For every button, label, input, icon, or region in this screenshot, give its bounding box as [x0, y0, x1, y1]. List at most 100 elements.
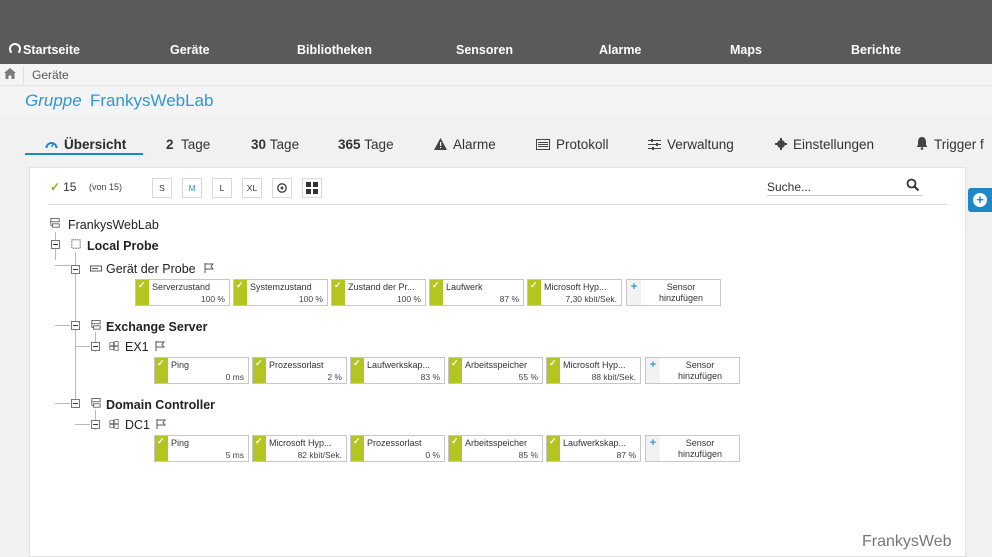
add-sensor-button[interactable]: + Sensor hinzufügen [645, 435, 740, 462]
tab-30-days[interactable]: 30 Tage [251, 137, 299, 152]
size-s-button[interactable]: S [152, 178, 172, 198]
sensor-value: 88 kbit/Sek. [591, 372, 636, 382]
sensor-status-ok: ✓ [155, 358, 168, 383]
home-icon[interactable] [4, 68, 16, 79]
breadcrumb-devices[interactable]: Geräte [32, 68, 69, 82]
sensor-value: 55 % [518, 372, 538, 382]
flag-icon[interactable] [156, 419, 167, 429]
tab-triggers-label: Trigger f [934, 137, 984, 152]
tab-settings-label: Einstellungen [793, 137, 875, 152]
sensor-status-ok: ✓ [528, 280, 541, 305]
nav-maps[interactable]: Maps [730, 43, 762, 57]
grid-view-button[interactable] [302, 178, 322, 198]
tree-root[interactable]: FrankysWebLab [68, 218, 159, 232]
sensor-value: 100 % [298, 294, 323, 304]
prtg-logo-icon [9, 43, 21, 55]
sensor-tile[interactable]: ✓ Laufwerkskap... 83 % [350, 357, 445, 384]
tab-management[interactable]: Verwaltung [648, 137, 734, 152]
tree-line [55, 265, 70, 266]
tab-alarms[interactable]: Alarme [434, 137, 496, 152]
total-count: (von 15) [89, 182, 123, 192]
bell-icon [916, 137, 928, 150]
nav-devices[interactable]: Geräte [170, 43, 210, 57]
flag-icon[interactable] [204, 263, 215, 273]
sensor-tile[interactable]: ✓ Laufwerk 87 % [429, 279, 524, 306]
tab-management-label: Verwaltung [667, 137, 734, 152]
sensor-status-ok: ✓ [332, 280, 345, 305]
tree-dc1[interactable]: DC1 [125, 418, 150, 432]
sensor-value: 87 % [499, 294, 519, 304]
sensor-tile[interactable]: ✓ Arbeitsspeicher 85 % [448, 435, 543, 462]
tab-settings[interactable]: Einstellungen [775, 137, 874, 152]
check-icon: ✓ [236, 280, 244, 290]
sensor-status-ok: ✓ [136, 280, 149, 305]
tree-dc-group[interactable]: Domain Controller [106, 398, 215, 412]
size-m-button[interactable]: M [182, 178, 202, 198]
sensor-name: Prozessorlast [269, 360, 324, 370]
tree-probe-device[interactable]: Gerät der Probe [106, 262, 196, 276]
sensor-tile[interactable]: ✓ Zustand der Pr... 100 % [331, 279, 426, 306]
plus-icon: + [646, 436, 660, 461]
plus-icon: + [627, 280, 641, 305]
collapse-toggle[interactable] [91, 420, 100, 429]
sensor-tile[interactable]: ✓ Ping 5 ms [154, 435, 249, 462]
flag-icon[interactable] [155, 341, 166, 351]
sensor-value: 7,30 kbit/Sek. [565, 294, 617, 304]
tab-2-days-num: 2 [166, 137, 174, 152]
tab-triggers[interactable]: Trigger f [916, 137, 992, 152]
sensor-tile[interactable]: ✓ Ping 0 ms [154, 357, 249, 384]
sensor-name: Systemzustand [250, 282, 312, 292]
probe-icon [71, 239, 81, 249]
check-icon: ✓ [549, 358, 557, 368]
sensor-status-ok: ✓ [547, 358, 560, 383]
sensor-tile[interactable]: ✓ Laufwerkskap... 87 % [546, 435, 641, 462]
tree-probe[interactable]: Local Probe [87, 239, 159, 253]
nav-libraries[interactable]: Bibliotheken [297, 43, 372, 57]
check-icon: ✓ [255, 436, 263, 446]
tab-overview-label: Übersicht [64, 137, 127, 152]
collapse-toggle[interactable] [71, 399, 80, 408]
sensor-status-ok: ✓ [430, 280, 443, 305]
search-input[interactable] [767, 178, 922, 196]
collapse-toggle[interactable] [71, 321, 80, 330]
sensor-status-ok: ✓ [351, 358, 364, 383]
sensor-tile[interactable]: ✓ Arbeitsspeicher 55 % [448, 357, 543, 384]
add-sensor-button[interactable]: + Sensor hinzufügen [645, 357, 740, 384]
sensor-tile[interactable]: ✓ Prozessorlast 2 % [252, 357, 347, 384]
sensor-tile[interactable]: ✓ Serverzustand 100 % [135, 279, 230, 306]
size-xl-button[interactable]: XL [242, 178, 262, 198]
sensor-tile[interactable]: ✓ Microsoft Hyp... 7,30 kbit/Sek. [527, 279, 622, 306]
collapse-toggle[interactable] [71, 265, 80, 274]
tab-2-days[interactable]: 2 Tage [166, 137, 210, 152]
nav-sensors[interactable]: Sensoren [456, 43, 513, 57]
sensor-tile[interactable]: ✓ Prozessorlast 0 % [350, 435, 445, 462]
add-object-button[interactable]: + [968, 188, 992, 212]
collapse-toggle[interactable] [91, 342, 100, 351]
sensor-value: 85 % [518, 450, 538, 460]
nav-home[interactable]: Startseite [9, 43, 80, 57]
group-prefix: Gruppe [25, 91, 82, 110]
nav-reports[interactable]: Berichte [851, 43, 901, 57]
tab-overview[interactable]: Übersicht [45, 137, 126, 152]
sensor-name: Microsoft Hyp... [563, 360, 626, 370]
tab-log[interactable]: Protokoll [536, 137, 609, 152]
sensor-tile[interactable]: ✓ Systemzustand 100 % [233, 279, 328, 306]
tree-ex1[interactable]: EX1 [125, 340, 149, 354]
add-sensor-label-line1: Sensor [685, 438, 715, 448]
sensor-tile[interactable]: ✓ Microsoft Hyp... 88 kbit/Sek. [546, 357, 641, 384]
view-settings-button[interactable] [272, 178, 292, 198]
tab-365-days[interactable]: 365 Tage [338, 137, 394, 152]
sensor-tile[interactable]: ✓ Microsoft Hyp... 82 kbit/Sek. [252, 435, 347, 462]
nav-home-label: Startseite [23, 43, 80, 57]
search-icon[interactable] [906, 178, 920, 192]
tree-exchange-group[interactable]: Exchange Server [106, 320, 207, 334]
size-l-button[interactable]: L [212, 178, 232, 198]
collapse-toggle[interactable] [51, 240, 60, 249]
sensor-value: 2 % [327, 372, 342, 382]
add-sensor-button[interactable]: + Sensor hinzufügen [626, 279, 721, 306]
server-device-icon [90, 265, 102, 272]
tree-line [55, 403, 70, 404]
ok-sensor-filter[interactable]: ✓ 15 [50, 180, 76, 194]
sensor-name: Arbeitsspeicher [465, 360, 528, 370]
nav-alarms[interactable]: Alarme [599, 43, 641, 57]
